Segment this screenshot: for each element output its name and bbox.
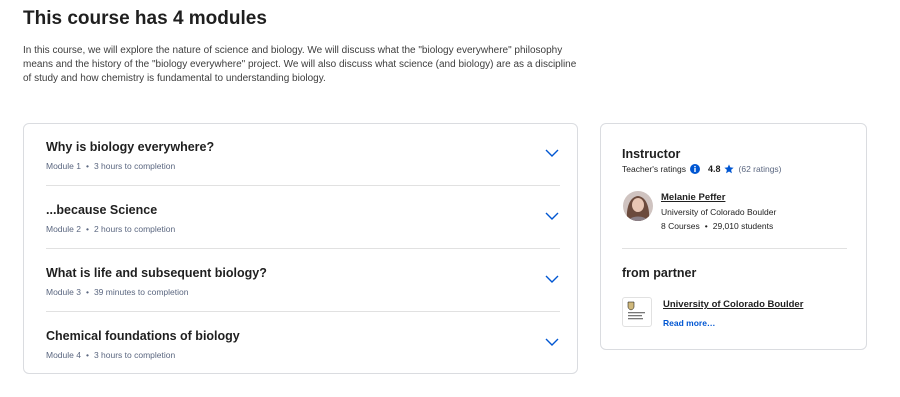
module-row-2[interactable]: ...because Science Module 2 • 2 hours to c… xyxy=(46,187,560,249)
module-meta: Module 2 • 2 hours to completion xyxy=(46,224,175,234)
module-meta: Module 1 • 3 hours to completion xyxy=(46,161,175,171)
chevron-down-icon[interactable] xyxy=(544,148,560,158)
chevron-down-icon[interactable] xyxy=(544,274,560,284)
divider xyxy=(622,248,847,249)
chevron-down-icon[interactable] xyxy=(544,211,560,221)
instructor-heading: Instructor xyxy=(622,147,681,161)
module-number: Module 2 xyxy=(46,224,81,234)
instructor-partner-card: Instructor Teacher's ratings 4.8 (62 rat… xyxy=(600,123,867,350)
module-row-1[interactable]: Why is biology everywhere? Module 1 • 3 ho… xyxy=(46,124,560,186)
module-row-4[interactable]: Chemical foundations of biology Module 4… xyxy=(46,313,560,375)
teacher-ratings: Teacher's ratings 4.8 (62 ratings) xyxy=(622,164,782,174)
students-count: 29,010 students xyxy=(712,221,774,231)
separator-dot: • xyxy=(85,287,89,297)
module-title: Chemical foundations of biology xyxy=(46,329,240,343)
module-number: Module 1 xyxy=(46,161,81,171)
separator-dot: • xyxy=(85,224,89,234)
ratings-label: Teacher's ratings xyxy=(622,164,686,174)
separator-dot: • xyxy=(85,350,89,360)
partner-heading: from partner xyxy=(622,266,697,280)
separator-dot: • xyxy=(85,161,89,171)
ratings-count: (62 ratings) xyxy=(738,164,782,174)
module-title: Why is biology everywhere? xyxy=(46,140,215,154)
partner-logo[interactable] xyxy=(622,297,652,327)
partner-name-link[interactable]: University of Colorado Boulder xyxy=(663,299,803,310)
module-title: What is life and subsequent biology? xyxy=(46,266,267,280)
courses-count: 8 Courses xyxy=(661,221,700,231)
read-more-link[interactable]: Read more… xyxy=(663,318,715,328)
course-modules-page: This course has 4 modules In this course… xyxy=(0,0,900,397)
info-icon[interactable] xyxy=(690,164,700,174)
module-duration: 39 minutes to completion xyxy=(93,287,189,297)
separator-dot: • xyxy=(704,221,708,231)
instructor-organization: University of Colorado Boulder xyxy=(661,207,777,217)
chevron-down-icon[interactable] xyxy=(544,337,560,347)
modules-card: Why is biology everywhere? Module 1 • 3 ho… xyxy=(23,123,578,374)
module-duration: 3 hours to completion xyxy=(93,350,176,360)
module-duration: 3 hours to completion xyxy=(93,161,176,171)
module-row-3[interactable]: What is life and subsequent biology? Mod… xyxy=(46,250,560,312)
module-title: ...because Science xyxy=(46,203,158,217)
page-title: This course has 4 modules xyxy=(23,8,267,29)
star-icon xyxy=(723,164,734,174)
module-meta: Module 4 • 3 hours to completion xyxy=(46,350,175,360)
module-number: Module 3 xyxy=(46,287,81,297)
instructor-name-link[interactable]: Melanie Peffer xyxy=(661,192,725,203)
module-number: Module 4 xyxy=(46,350,81,360)
module-meta: Module 3 • 39 minutes to completion xyxy=(46,287,188,297)
instructor-avatar[interactable] xyxy=(623,191,653,221)
course-description: In this course, we will explore the natu… xyxy=(23,45,577,84)
rating-value: 4.8 xyxy=(708,164,721,174)
instructor-stats: 8 Courses • 29,010 students xyxy=(661,221,773,231)
module-duration: 2 hours to completion xyxy=(93,224,176,234)
